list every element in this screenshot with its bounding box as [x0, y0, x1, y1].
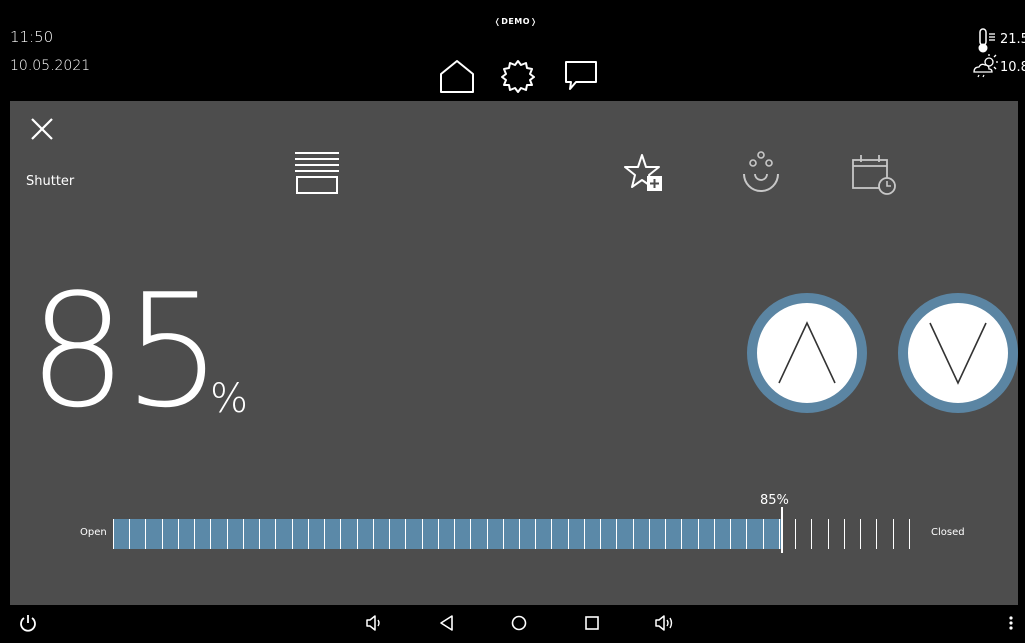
device-name: Shutter [26, 174, 75, 189]
demo-label: DEMO [501, 17, 531, 26]
close-button[interactable] [28, 115, 58, 145]
more-icon[interactable] [1006, 613, 1016, 637]
arrow-up-icon [778, 321, 836, 384]
clock-time: 11:50 [10, 28, 54, 46]
slider-ticks [113, 519, 910, 549]
shutter-panel: Shutter 85 % Open Closed 85% [10, 101, 1018, 605]
shutter-up-button[interactable] [747, 293, 867, 413]
closed-label: Closed [931, 527, 965, 538]
position-value: 85 [28, 260, 223, 442]
weather-widget: 21.5° 10.8° [945, 28, 1025, 88]
position-slider[interactable] [113, 507, 925, 553]
home-icon[interactable] [438, 58, 476, 98]
volume-up-icon[interactable] [653, 613, 675, 637]
back-icon[interactable] [437, 613, 457, 637]
schedule-icon[interactable] [850, 153, 900, 201]
slider-thumb[interactable] [781, 507, 783, 553]
clock-date: 10.05.2021 [10, 58, 91, 74]
slider-value-label: 85% [760, 493, 789, 508]
favorite-add-icon[interactable] [624, 153, 668, 201]
temperature-outside: 10.8° [1000, 60, 1025, 75]
weather-cloud-sun-icon [973, 54, 998, 78]
top-bar: 11:50 10.05.2021 ❬DEMO❭ 21.5° [0, 0, 1025, 101]
scene-icon[interactable] [736, 150, 786, 200]
shutter-down-button[interactable] [898, 293, 1018, 413]
shutter-icon [292, 150, 342, 200]
gear-icon[interactable] [500, 58, 536, 98]
power-icon[interactable] [18, 613, 38, 637]
position-unit: % [210, 376, 249, 422]
arrow-down-icon [929, 322, 987, 385]
temperature-inside: 21.5° [1000, 32, 1025, 47]
demo-badge: ❬DEMO❭ [494, 17, 537, 26]
chat-icon[interactable] [562, 58, 600, 98]
volume-down-icon[interactable] [364, 613, 384, 637]
thermometer-icon [978, 28, 995, 53]
home-circle-icon[interactable] [509, 613, 529, 637]
chevron-right-icon: ❭ [530, 17, 538, 26]
recents-icon[interactable] [582, 613, 602, 637]
open-label: Open [80, 527, 107, 538]
close-icon [31, 118, 53, 140]
system-nav-bar [0, 605, 1025, 643]
